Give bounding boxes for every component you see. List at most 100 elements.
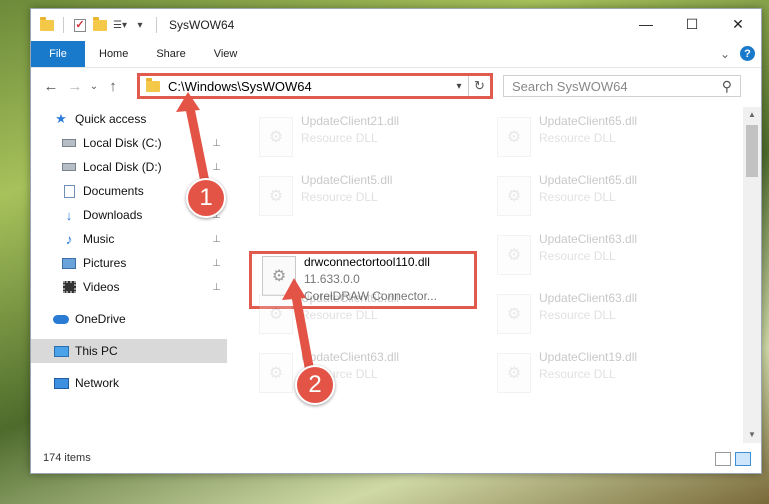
pin-icon: ⊥ xyxy=(212,257,221,269)
refresh-button[interactable]: ↻ xyxy=(468,76,490,96)
sidebar-item-label: Pictures xyxy=(83,256,127,270)
sidebar-item[interactable]: Videos ⊥ xyxy=(31,275,227,299)
file-name: UpdateClient63.dll xyxy=(539,232,638,246)
file-description: Resource DLL xyxy=(539,190,616,204)
chevron-down-icon[interactable]: ▾ xyxy=(450,81,468,92)
pictures-icon xyxy=(61,256,77,270)
up-button[interactable]: ↑ xyxy=(101,78,125,95)
file-description: Resource DLL xyxy=(539,308,616,322)
item-count: 174 items xyxy=(43,452,91,464)
videos-icon xyxy=(61,280,77,294)
onedrive-icon xyxy=(53,312,69,326)
sidebar-item-label: OneDrive xyxy=(75,312,126,326)
file-text: UpdateClient65.dll Resource DLL xyxy=(539,113,637,147)
properties-icon[interactable]: ✓ xyxy=(72,17,88,33)
ribbon-right-controls: ⌄ ? xyxy=(720,46,755,61)
file-description: 11.633.0.0 xyxy=(304,272,360,286)
file-item[interactable]: ⚙ UpdateClient65.dll Resource DLL xyxy=(487,172,715,226)
divider xyxy=(156,17,157,33)
quick-access-toolbar: ✓ ☰▾ ▾ xyxy=(39,16,161,33)
documents-icon xyxy=(61,184,77,198)
dll-file-icon: ⚙ xyxy=(497,176,531,216)
sidebar-item-label: Videos xyxy=(83,280,120,294)
pin-icon: ⊥ xyxy=(212,137,221,149)
pin-icon: ⊥ xyxy=(212,281,221,293)
file-text: UpdateClient65.dll Resource DLL xyxy=(539,172,637,206)
sidebar-item[interactable]: This PC xyxy=(31,339,227,363)
file-item[interactable]: ⚙ UpdateClient65.dll Resource DLL xyxy=(487,113,715,167)
address-bar[interactable]: C:\Windows\SysWOW64 ▾ ↻ xyxy=(137,73,493,99)
tab-view[interactable]: View xyxy=(200,41,252,67)
file-text: UpdateClient21.dll Resource DLL xyxy=(301,113,399,147)
sidebar-item-label: Documents xyxy=(83,184,144,198)
file-description: Resource DLL xyxy=(539,249,616,263)
file-text: UpdateClient63.dll Resource DLL xyxy=(539,231,637,265)
file-name: UpdateClient63.dll xyxy=(301,350,400,364)
sidebar-item[interactable]: Network xyxy=(31,371,227,395)
dll-file-icon: ⚙ xyxy=(259,176,293,216)
tab-share[interactable]: Share xyxy=(142,41,199,67)
file-text: UpdateClient65.dll Resource DLL xyxy=(301,290,399,324)
recent-locations-button[interactable]: ⌄ xyxy=(87,81,101,92)
sidebar-item[interactable]: Local Disk (C:) ⊥ xyxy=(31,131,227,155)
file-item[interactable]: ⚙ UpdateClient21.dll Resource DLL xyxy=(249,113,477,167)
file-item[interactable]: ⚙ UpdateClient19.dll Resource DLL xyxy=(487,349,715,403)
search-icon: ⚲ xyxy=(721,77,732,94)
downloads-icon: ↓ xyxy=(65,207,73,223)
details-view-icon[interactable] xyxy=(715,452,731,466)
vertical-scrollbar[interactable]: ▲ ▼ xyxy=(743,107,761,443)
tab-file[interactable]: File xyxy=(31,41,85,67)
network-icon xyxy=(53,376,69,390)
file-item[interactable]: ⚙ UpdateClient65.dll Resource DLL xyxy=(249,290,477,344)
help-icon[interactable]: ? xyxy=(740,46,755,61)
scroll-thumb[interactable] xyxy=(746,125,758,177)
new-folder-icon[interactable] xyxy=(92,16,108,33)
divider xyxy=(63,17,64,33)
file-description: Resource DLL xyxy=(539,131,616,145)
star-icon: ★ xyxy=(55,111,67,126)
address-path[interactable]: C:\Windows\SysWOW64 xyxy=(168,79,450,94)
status-bar: 174 items xyxy=(31,443,761,473)
folder-icon[interactable] xyxy=(39,16,55,33)
sidebar-item[interactable]: ★ Quick access xyxy=(31,107,227,131)
customize-toolbar-icon[interactable]: ☰▾ xyxy=(112,17,128,33)
step-marker-2: 2 xyxy=(295,365,335,405)
sidebar-item[interactable]: Pictures ⊥ xyxy=(31,251,227,275)
tab-home[interactable]: Home xyxy=(85,41,142,67)
file-item[interactable]: ⚙ UpdateClient63.dll Resource DLL xyxy=(487,290,715,344)
close-button[interactable]: ✕ xyxy=(715,9,761,39)
file-description: Resource DLL xyxy=(301,308,378,322)
scroll-up-icon[interactable]: ▲ xyxy=(743,107,761,123)
scroll-down-icon[interactable]: ▼ xyxy=(743,427,761,443)
search-input[interactable]: Search SysWOW64 ⚲ xyxy=(503,75,741,97)
search-placeholder: Search SysWOW64 xyxy=(512,78,628,94)
navigation-pane: ★ Quick access Local Disk (C:) ⊥ Local Disk … xyxy=(31,107,227,443)
pin-icon: ⊥ xyxy=(212,233,221,245)
sidebar-item[interactable]: OneDrive xyxy=(31,307,227,331)
expand-ribbon-icon[interactable]: ⌄ xyxy=(720,47,730,61)
drive-icon xyxy=(61,160,77,174)
file-item[interactable]: ⚙ UpdateClient63.dll Resource DLL xyxy=(487,231,715,285)
minimize-button[interactable]: — xyxy=(623,9,669,39)
sidebar-item-label: Quick access xyxy=(75,112,147,126)
music-icon: ♪ xyxy=(65,231,73,247)
file-name: UpdateClient19.dll xyxy=(539,350,638,364)
file-text: UpdateClient5.dll Resource DLL xyxy=(301,172,392,206)
window-title: SysWOW64 xyxy=(169,18,235,32)
back-button[interactable]: ← xyxy=(39,78,63,95)
toolbar-dropdown-icon[interactable]: ▾ xyxy=(132,17,148,33)
file-name: UpdateClient5.dll xyxy=(301,173,393,187)
tiles-view-icon[interactable] xyxy=(735,452,751,466)
sidebar-item[interactable]: Local Disk (D:) ⊥ xyxy=(31,155,227,179)
file-name: UpdateClient21.dll xyxy=(301,114,400,128)
file-text: UpdateClient19.dll Resource DLL xyxy=(539,349,637,383)
file-item[interactable]: ⚙ UpdateClient63.dll Resource DLL xyxy=(249,349,477,403)
pin-icon: ⊥ xyxy=(212,161,221,173)
dll-file-icon: ⚙ xyxy=(497,117,531,157)
sidebar-item[interactable]: ♪ Music ⊥ xyxy=(31,227,227,251)
dll-file-icon: ⚙ xyxy=(259,353,293,393)
forward-button[interactable]: → xyxy=(63,78,87,95)
maximize-button[interactable]: ☐ xyxy=(669,9,715,39)
file-item[interactable]: ⚙ UpdateClient5.dll Resource DLL xyxy=(249,172,477,226)
sidebar-item-label: Music xyxy=(83,232,115,246)
